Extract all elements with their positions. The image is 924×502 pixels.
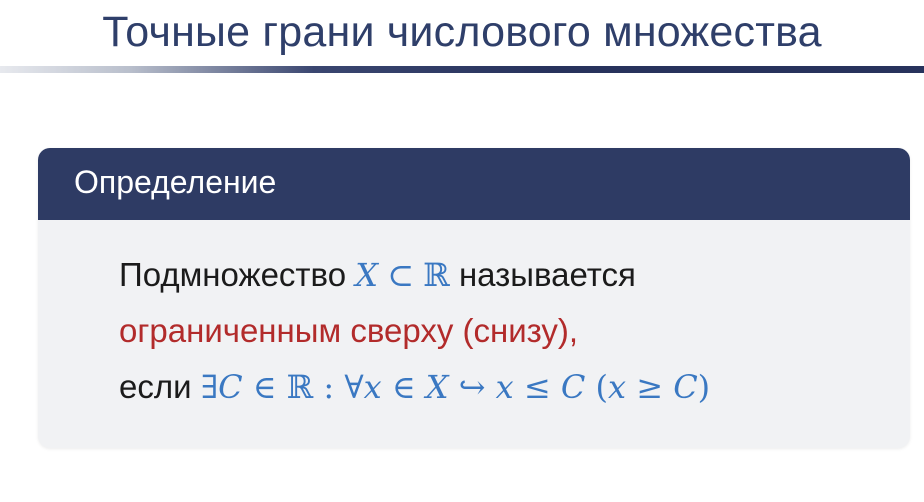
math-paren-close: ) — [697, 368, 711, 406]
slide-title: Точные грани числового множества — [102, 8, 822, 56]
definition-line-3: если ∃C ∈ ℝ : ∀x ∈ X ↪ x ≤ C (x ≥ C) — [119, 359, 910, 415]
math-var-c: C — [673, 368, 698, 406]
math-var-c: C — [560, 368, 586, 406]
definition-line-1: Подмножество X ⊂ ℝ называется — [119, 247, 910, 303]
definition-body: Подмножество X ⊂ ℝ называется ограниченн… — [38, 220, 910, 415]
math-var-set-x: X — [425, 368, 449, 406]
definition-block: Определение Подмножество X ⊂ ℝ называетс… — [38, 148, 910, 448]
math-reals-symbol: ℝ — [423, 256, 450, 294]
math-reals: ℝ — [286, 368, 314, 406]
title-divider — [0, 66, 924, 73]
math-colon: : — [323, 368, 335, 406]
math-leq: ≤ — [523, 368, 551, 406]
line3-text-before: если — [119, 368, 192, 405]
math-in: ∈ — [391, 368, 416, 406]
math-in: ∈ — [252, 368, 277, 406]
definition-header: Определение — [38, 148, 910, 220]
math-var-x: x — [607, 368, 627, 406]
math-subset-symbol: ⊂ — [387, 256, 414, 294]
math-var-x: x — [363, 368, 382, 406]
math-forall: ∀ — [344, 368, 364, 406]
line1-text-after: называется — [458, 256, 636, 293]
math-set-x: X — [355, 256, 379, 294]
math-var-x: x — [495, 368, 514, 406]
math-geq: ≥ — [636, 368, 664, 406]
line1-text-before: Подмножество — [119, 256, 347, 293]
math-paren-open: ( — [595, 368, 608, 406]
math-var-c: C — [218, 368, 243, 406]
math-hook-arrow: ↪ — [458, 368, 486, 406]
definition-line-2: ограниченным сверху (снизу), — [119, 312, 579, 349]
math-exists: ∃ — [200, 368, 219, 406]
math-formula: ∃C ∈ ℝ : ∀x ∈ X ↪ x ≤ C (x ≥ C) — [201, 368, 710, 406]
